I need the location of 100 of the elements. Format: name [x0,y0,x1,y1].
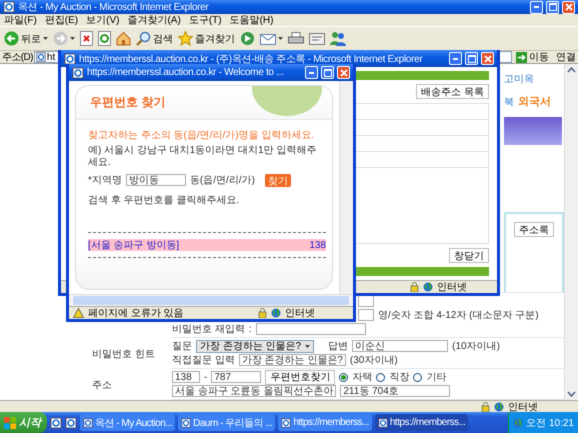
globe-icon [494,402,504,412]
answer-limit: (10자이내) [452,340,500,353]
lock-icon [410,282,419,292]
go-button[interactable]: 이동 [516,50,549,64]
answer-field[interactable]: 이순신 [352,340,448,352]
minimize-button[interactable] [449,52,462,65]
question-label: 질문 [172,340,192,353]
password-rule: 영/숫자 조합 4-12자 (대소문자 구분) [378,309,539,322]
password-confirm-label: 비밀번호 재입력 [172,323,245,336]
colon: : [248,324,252,334]
taskbar-button[interactable]: Daum - 우리들의 ... [178,414,276,431]
home-icon [116,31,131,46]
address-detail-field[interactable]: 211동 704호 [340,385,450,397]
radio-label: 직장 [389,371,410,384]
menu-item[interactable]: 즐겨찾기(A) [127,13,181,27]
edit-button[interactable] [309,32,325,44]
browser-icon [72,66,84,78]
windows-logo-icon [4,416,16,428]
zip-search-button[interactable]: 우편번호찾기 [265,370,336,384]
links-label[interactable]: 연결 [556,50,576,64]
refresh-icon [98,31,111,46]
zip-field[interactable]: 787 [211,371,262,383]
example-text: 예) 서울시 강남구 대치1동이라면 대치1만 입력해주세요. [88,145,318,169]
field-label: *지역명 [88,174,122,187]
maximize-button[interactable] [546,0,559,14]
hint-label: 비밀번호 힌트 [91,348,156,360]
window-title: https://memberssl.auction.co.kr - (주)옥션-배송 주소록 - Microsoft Internet Explorer [79,52,422,66]
menu-item[interactable]: 도구(T) [188,13,222,27]
close-button[interactable] [562,0,575,14]
caret-icon [43,37,48,40]
globe-icon [423,282,433,292]
hint-text: 검색 후 우편번호를 클릭해주세요. [88,195,240,207]
browser-icon [50,416,62,428]
maximize-icon [548,3,556,11]
close-icon [564,3,572,11]
print-button[interactable] [288,32,304,46]
nav-link[interactable]: 북 [504,94,514,108]
browser-icon [378,418,388,428]
globe-icon [513,418,524,428]
refresh-button[interactable] [98,31,111,46]
radio-label: 자택 [352,371,372,384]
radio-button[interactable] [339,372,348,382]
password-field[interactable] [358,309,374,321]
scrollbar[interactable] [339,81,353,294]
menu-item[interactable]: 도움말(H) [230,13,274,27]
address-list-button[interactable]: 배송주소 목록 [416,84,489,99]
caret-icon [70,37,75,40]
custom-question-label: 직접질문 입력 [172,354,235,367]
result-row[interactable]: [서울 송파구 방이동] 138 [88,239,326,251]
browser-icon [181,418,192,428]
favorites-button[interactable]: 즐겨찾기 [178,31,235,46]
minimize-button[interactable] [305,66,318,79]
horizontal-scrollbar[interactable] [69,294,353,306]
messenger-button[interactable] [330,31,346,46]
zone-label: 인터넷 [508,400,538,414]
home-button[interactable] [116,31,131,46]
menu-item[interactable]: 파일(F) [4,13,37,27]
scrollbar[interactable] [564,64,578,400]
maximize-button[interactable] [321,66,334,79]
taskbar-button[interactable]: 옥션 - My Auction... [80,414,176,431]
id-field[interactable] [358,295,374,307]
mail-button[interactable] [260,32,283,46]
zone-label: 인터넷 [285,307,315,320]
address-label: 주소 [91,378,113,392]
printer-icon [288,32,304,46]
minimize-button[interactable] [530,0,543,14]
back-button[interactable]: 뒤로 [4,31,48,46]
maximize-button[interactable] [465,52,478,65]
stop-button[interactable] [80,31,93,46]
question-select[interactable]: 가장 존경하는 인물은? [196,340,314,352]
warning-icon [73,308,84,318]
address-field[interactable]: 서울 송파구 오륜동 올림픽선수촌아 [172,385,336,397]
close-button[interactable] [337,66,350,79]
forward-button[interactable] [53,31,75,46]
dash: - [204,372,208,382]
radio-button[interactable] [413,372,422,382]
region-field[interactable]: 방이동 [126,174,186,186]
taskbar-button[interactable]: https://memberss... [374,414,468,431]
maximize-icon [468,54,476,62]
instruction-text: 찾고자하는 주소의 동(읍/면/리/가)명을 입력하세요. [88,130,316,142]
caret-icon [278,37,283,40]
window-title: 옥션 - My Auction - Microsoft Internet Explorer [18,1,208,14]
lock-icon [258,308,267,318]
menu-item[interactable]: 보기(V) [86,13,120,27]
top-link[interactable]: 고미옥 [504,72,564,86]
address-book-button[interactable]: 주소록 [514,222,554,237]
zip-field[interactable]: 138 [172,371,200,383]
password-confirm-field[interactable] [256,323,366,335]
edit-icon [309,32,325,44]
close-icon [340,68,348,76]
close-window-button[interactable]: 창닫기 [449,248,489,263]
custom-question-field[interactable]: 가장 존경하는 인물은? [238,354,346,366]
media-button[interactable] [240,31,255,46]
search-button[interactable]: 검색 [136,31,173,46]
taskbar-button[interactable]: https://memberss... [278,414,372,431]
close-button[interactable] [481,52,494,65]
status-message: 페이지에 오류가 있음 [88,307,185,320]
address-label: 주소(D) [2,51,33,64]
radio-button[interactable] [376,372,386,382]
menu-item[interactable]: 편집(E) [44,13,78,27]
